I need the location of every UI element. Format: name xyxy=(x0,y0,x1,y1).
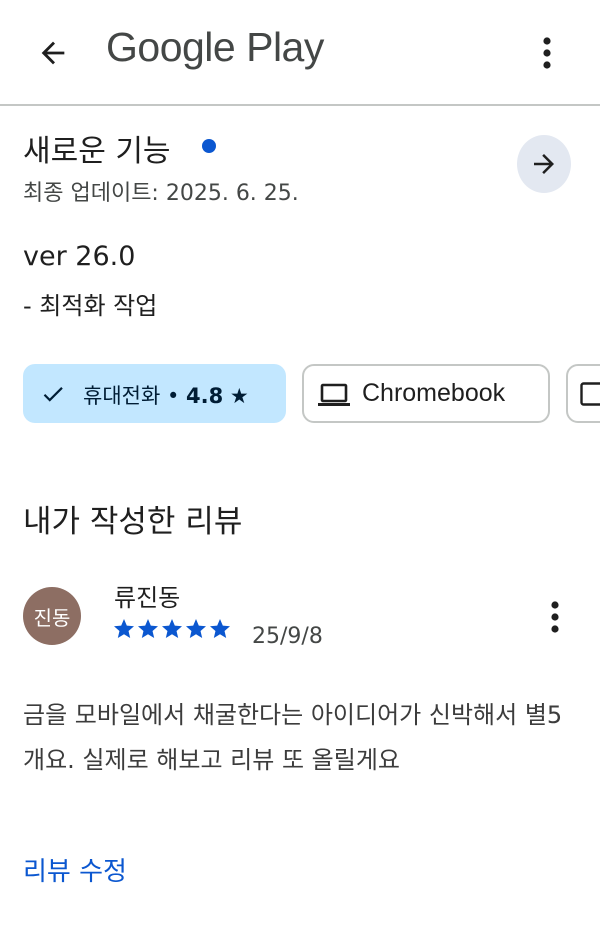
device-chip-tablet[interactable] xyxy=(566,364,600,423)
version-text: ver 26.0 xyxy=(23,241,136,272)
star-icon xyxy=(114,619,134,638)
review-star-rating xyxy=(112,617,232,641)
avatar: 진동 xyxy=(23,587,81,645)
device-chip-phone-rating: 4.8 xyxy=(186,384,224,408)
app-title: Google Play xyxy=(106,24,324,70)
more-vert-icon xyxy=(543,37,551,69)
whats-new-title: 새로운 기능 xyxy=(23,134,171,169)
more-options-button[interactable] xyxy=(528,30,566,76)
changes-text: - 최적화 작업 xyxy=(23,292,158,320)
chip-separator: • xyxy=(166,384,187,408)
arrow-back-icon xyxy=(41,41,65,65)
star-icon: ★ xyxy=(229,384,249,408)
app-bar-divider xyxy=(0,104,600,106)
whats-new-arrow-button[interactable] xyxy=(517,135,571,193)
app-bar: Google Play xyxy=(0,0,600,106)
star-icon xyxy=(162,619,182,638)
star-icon xyxy=(186,619,206,638)
arrow-forward-icon xyxy=(534,154,554,174)
device-chip-chromebook[interactable]: Chromebook xyxy=(302,364,550,423)
review-more-options-button[interactable] xyxy=(540,596,570,638)
device-chip-phone-name: 휴대전화 xyxy=(83,384,161,408)
last-updated-text: 최종 업데이트: 2025. 6. 25. xyxy=(23,181,299,206)
device-chip-phone[interactable]: 휴대전화 • 4.8 ★ xyxy=(23,364,286,423)
tablet-icon xyxy=(580,382,600,406)
my-review-section-title: 내가 작성한 리뷰 xyxy=(23,504,243,540)
check-icon xyxy=(43,387,63,402)
star-icon xyxy=(210,619,230,638)
back-button[interactable] xyxy=(30,30,76,76)
reviewer-name: 류진동 xyxy=(114,584,181,612)
page: Google Play 새로운 기능 최종 업데이트: 2025. 6. 25.… xyxy=(0,0,600,937)
review-body: 금을 모바일에서 채굴한다는 아이디어가 신박해서 별5개요. 실제로 해보고 … xyxy=(23,701,563,774)
device-chip-phone-label: 휴대전화 • 4.8 ★ xyxy=(83,380,249,410)
edit-review-link[interactable]: 리뷰 수정 xyxy=(23,851,127,888)
review-date: 25/9/8 xyxy=(252,624,323,649)
more-vert-icon xyxy=(551,601,559,633)
laptop-icon xyxy=(318,383,350,406)
new-indicator-dot xyxy=(202,139,216,153)
device-chip-chromebook-label: Chromebook xyxy=(362,379,506,407)
star-icon xyxy=(138,619,158,638)
